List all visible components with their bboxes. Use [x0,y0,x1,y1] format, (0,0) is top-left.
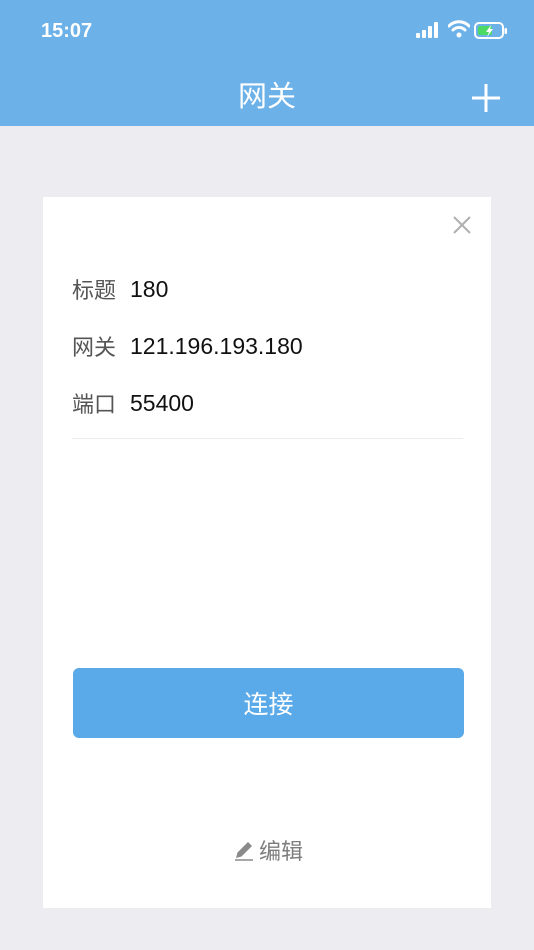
close-icon [453,216,471,234]
cellular-signal-icon [416,22,438,38]
title-label: 标题 [72,279,117,304]
title-value: 180 [130,275,169,302]
port-value: 55400 [130,389,194,416]
add-gateway-button[interactable] [467,79,505,117]
page-title: 网关 [237,79,296,113]
gateway-value: 121.196.193.180 [130,332,303,359]
edit-button[interactable]: 编辑 [233,834,303,866]
pencil-icon [235,842,253,861]
top-bar: 15:07 网关 [0,0,534,126]
edit-label: 编辑 [259,840,304,865]
plus-icon [472,84,500,112]
battery-charging-icon [474,22,507,39]
wifi-icon [448,20,470,38]
close-button[interactable] [451,214,473,236]
gateway-row: 网关 121.196.193.180 [72,331,303,362]
connect-button[interactable]: 连接 [73,668,464,738]
status-time: 15:07 [41,20,93,42]
gateway-card: 标题 180 网关 121.196.193.180 端口 55400 连接 编辑 [43,197,491,908]
port-label: 端口 [72,393,117,418]
port-row: 端口 55400 [72,388,194,419]
title-row: 标题 180 [72,274,169,305]
divider [72,438,463,439]
gateway-label: 网关 [72,336,117,361]
